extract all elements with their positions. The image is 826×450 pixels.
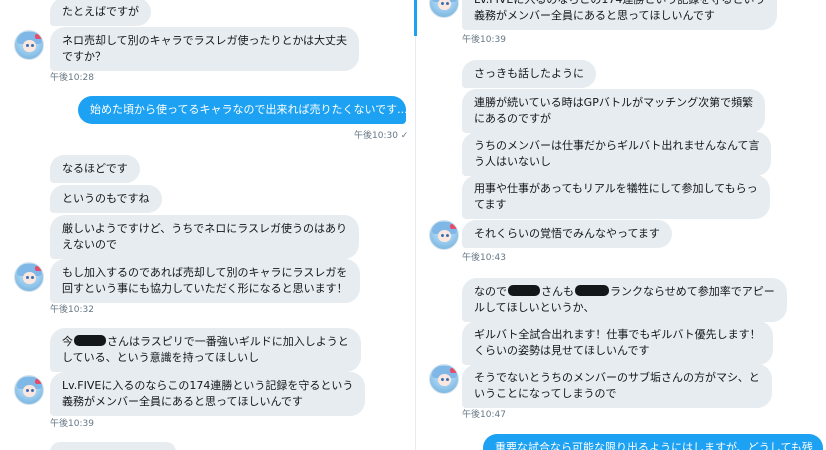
message-bubble[interactable]: 連勝が続いている時はGPバトルがマッチング次第で頻繁 にあるのですが — [462, 89, 766, 133]
message-text: いうことになってしまうので — [474, 387, 617, 400]
message-text: 始めた頃から使ってるキャラなので出来れば売りたくないです... — [90, 103, 406, 116]
message-text: ですか？ — [62, 50, 106, 63]
message-bubble[interactable]: もし加入するのであれば売却して別のキャラにラスレガを 回すという事にも協力してい… — [50, 259, 360, 303]
conversation-pane-left: たとえばですが ネロ売却して別のキャラでラスレガ使ったりとかは大丈夫 ですか？ … — [0, 0, 416, 450]
message-timestamp: 午後10:43 — [462, 253, 506, 263]
message-text: Lv.FIVEに入るのならこの174連勝という記録を守るという — [474, 0, 765, 8]
message-bubble[interactable]: うちのメンバーは仕事だからギルバト出れませんなんて言 う人はいないし — [462, 132, 772, 176]
message-text: 厳しいようですけど、うちでネロにラスレガ使うのはあり — [62, 222, 348, 235]
message-timestamp: 午後10:47 — [462, 410, 506, 420]
avatar[interactable] — [429, 0, 459, 18]
message-bubble[interactable]: 今さんはラスピリで一番強いギルドに加入しようと している、という意識を持ってほし… — [50, 328, 361, 372]
message-text: くらいの姿勢は見せてほしいんです — [474, 344, 650, 357]
message-text: てます — [474, 198, 507, 211]
message-text: Lv.FIVEに入るのならこの174連勝という記録を守るという — [62, 379, 354, 392]
message-bubble[interactable]: 用事や仕事があってもリアルを犠牲にして参加してもらっ てます — [462, 175, 770, 219]
message-bubble[interactable]: Lv.FIVEに入るのならこの174連勝という記録を守るという 義務がメンバー全… — [50, 372, 366, 416]
message-timestamp: 午後10:39 — [50, 419, 94, 429]
message-bubble[interactable]: というのもですね — [50, 185, 162, 213]
message-text: なので さんも ランクならせめて参加率でアピー — [474, 285, 775, 298]
message-text: 用事や仕事があってもリアルを犠牲にして参加してもらっ — [474, 182, 758, 195]
avatar[interactable] — [14, 30, 44, 60]
message-text: 重要な試合なら可能な限り出るようにはしますが、どうしても残 — [495, 441, 813, 450]
message-text: 義務がメンバー全員にあると思ってほしいんです — [62, 395, 303, 408]
message-bubble[interactable]: ギルバト全試合出れます！仕事でもギルバト優先します！ くらいの姿勢は見せてほしい… — [462, 321, 773, 365]
message-text: ルしてほしいというか、 — [474, 301, 595, 314]
message-text: ネロ売却して別のキャラでラスレガ使ったりとかは大丈夫 — [62, 34, 348, 47]
message-text: たとえばですが — [62, 5, 139, 18]
message-bubble[interactable]: それくらいの覚悟でみんなやってます — [462, 220, 672, 248]
avatar[interactable] — [14, 262, 44, 292]
message-text: もし加入するのであれば売却して別のキャラにラスレガを — [62, 266, 348, 279]
message-text: 連勝が続いている時はGPバトルがマッチング次第で頻繁 — [474, 96, 754, 109]
message-bubble-sent[interactable]: 始めた頃から使ってるキャラなので出来れば売りたくないです... — [78, 96, 406, 124]
conversation-pane-right: Lv.FIVEに入るのならこの174連勝という記録を守るという 義務がメンバー全… — [417, 0, 826, 450]
message-bubble-partial[interactable] — [50, 442, 176, 450]
message-bubble[interactable]: なるほどです — [50, 155, 140, 183]
message-bubble[interactable]: さっきも話したように — [462, 60, 596, 88]
message-text: えないので — [62, 238, 117, 251]
message-text: 義務がメンバー全員にあると思ってほしいんです — [474, 9, 715, 22]
message-timestamp: 午後10:28 — [50, 73, 94, 83]
message-text: うちのメンバーは仕事だからギルバト出れませんなんて言 — [474, 139, 760, 152]
avatar[interactable] — [14, 375, 44, 405]
message-text: 回すという事にも協力していただく形になると思います！ — [62, 282, 348, 295]
message-text: にあるのですが — [474, 112, 551, 125]
message-text: それくらいの覚悟でみんなやってます — [474, 227, 660, 240]
message-bubble[interactable]: Lv.FIVEに入るのならこの174連勝という記録を守るという 義務がメンバー全… — [462, 0, 778, 30]
message-timestamp: 午後10:30 ✓ — [354, 131, 409, 141]
message-text: 今さんはラスピリで一番強いギルドに加入しようと — [62, 335, 349, 348]
message-bubble[interactable]: たとえばですが — [50, 0, 151, 26]
avatar[interactable] — [429, 220, 459, 250]
message-text: う人はいないし — [474, 155, 551, 168]
message-text: というのもですね — [62, 192, 150, 205]
pane-divider — [415, 0, 416, 450]
avatar[interactable] — [429, 364, 459, 394]
redacted-name — [74, 335, 106, 346]
message-text: そうでないとうちのメンバーのサブ垢さんの方がマシ、と — [474, 371, 760, 384]
message-text: さっきも話したように — [474, 67, 584, 80]
message-bubble[interactable]: そうでないとうちのメンバーのサブ垢さんの方がマシ、と いうことになってしまうので — [462, 364, 772, 408]
message-timestamp: 午後10:32 — [50, 305, 94, 315]
message-text: している、という意識を持ってほしいし — [62, 351, 260, 364]
message-bubble[interactable]: なので さんも ランクならせめて参加率でアピー ルしてほしいというか、 — [462, 278, 787, 322]
message-text: ギルバト全試合出れます！仕事でもギルバト優先します！ — [474, 328, 761, 341]
message-text: なるほどです — [62, 162, 128, 175]
message-bubble-sent[interactable]: 重要な試合なら可能な限り出るようにはしますが、どうしても残 — [483, 434, 823, 450]
message-bubble[interactable]: ネロ売却して別のキャラでラスレガ使ったりとかは大丈夫 ですか？ — [50, 27, 360, 71]
redacted-name — [508, 285, 540, 296]
message-bubble[interactable]: 厳しいようですけど、うちでネロにラスレガ使うのはあり えないので — [50, 215, 360, 259]
message-timestamp: 午後10:39 — [462, 35, 506, 45]
redacted-rank — [575, 285, 609, 296]
